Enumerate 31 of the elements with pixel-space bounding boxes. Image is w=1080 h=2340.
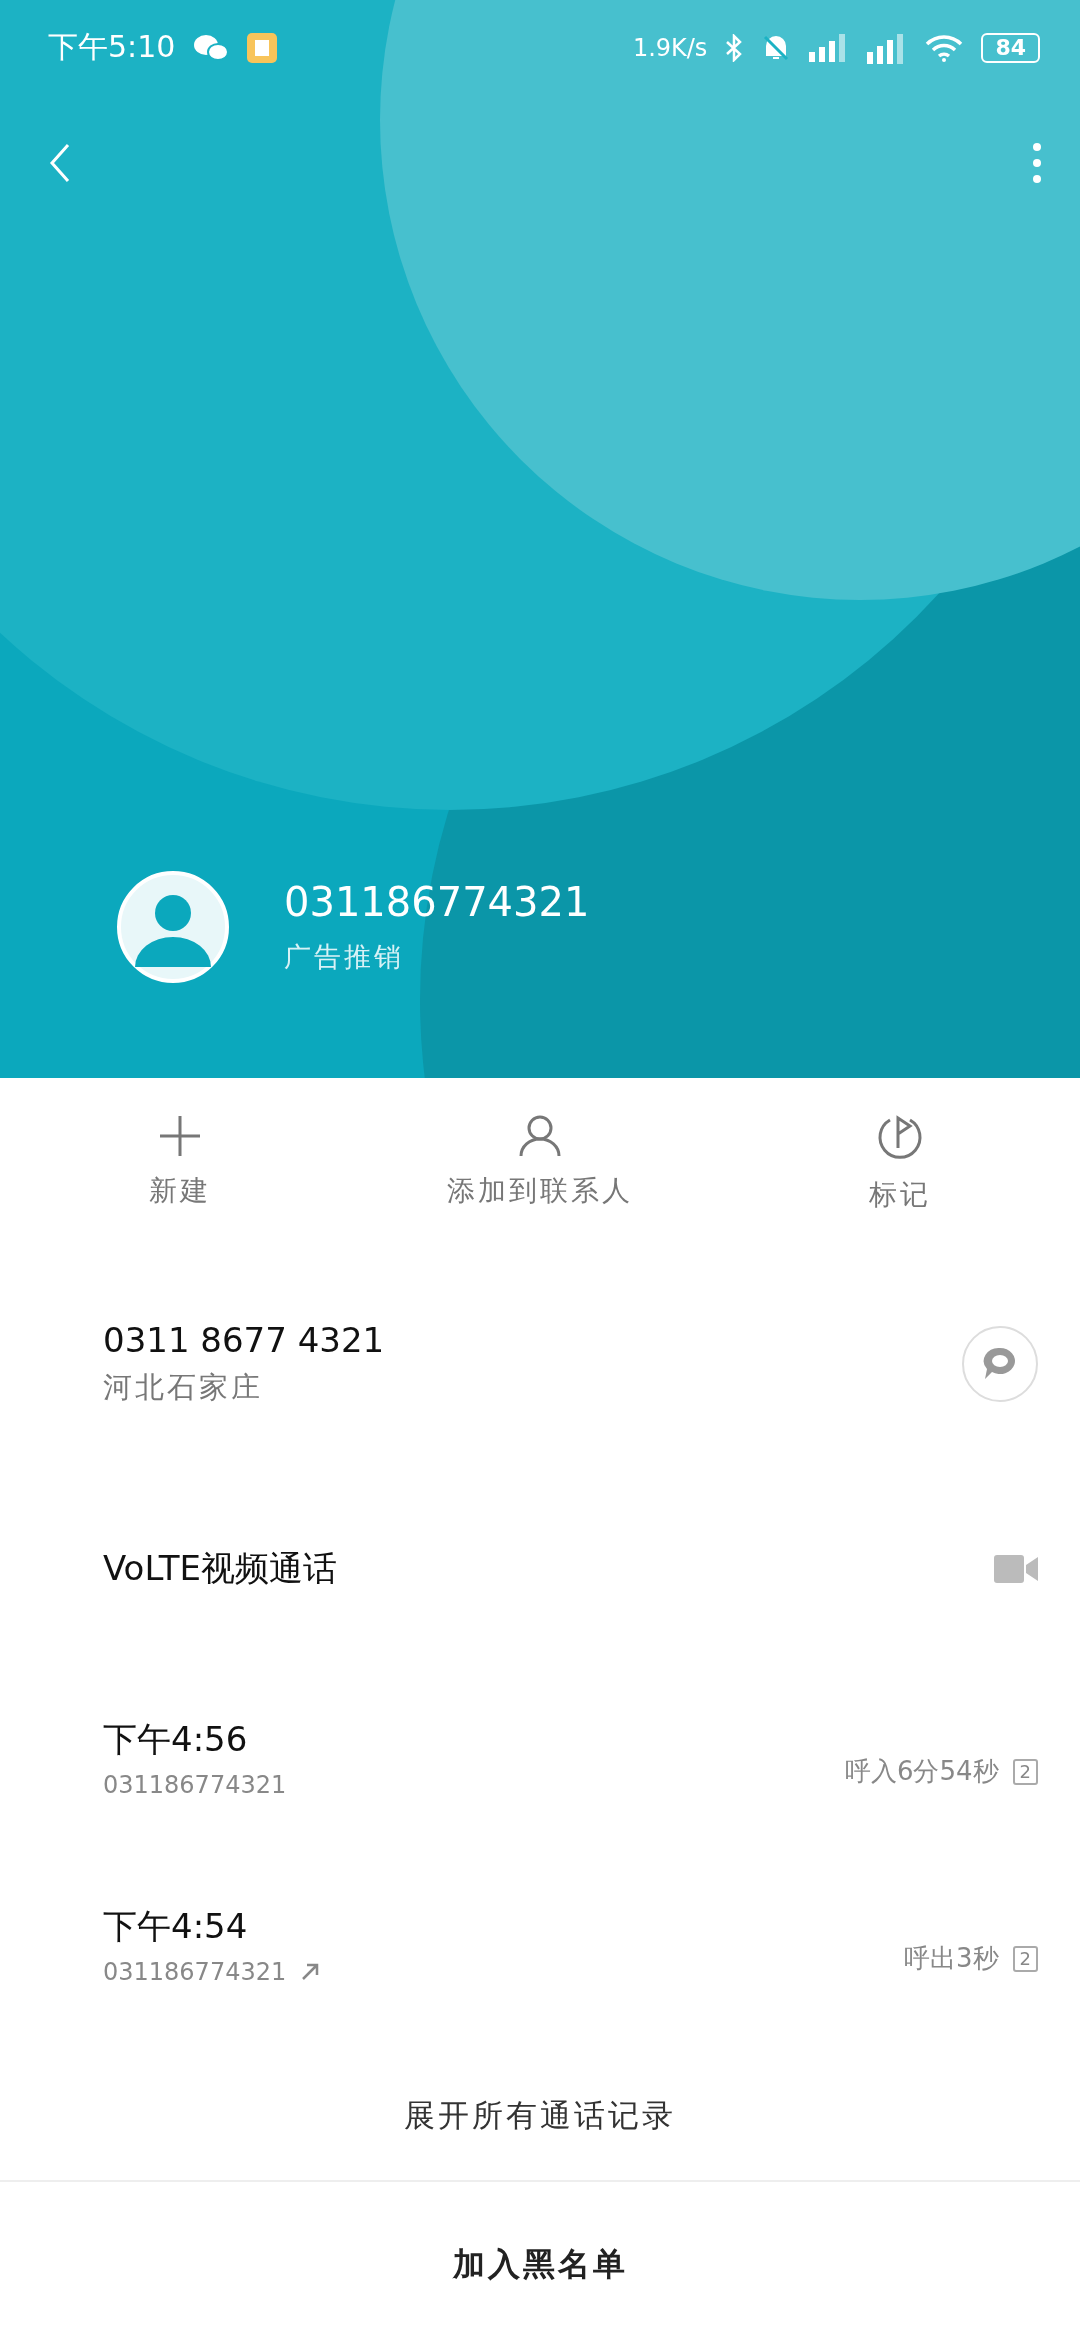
person-icon [518, 1114, 562, 1158]
status-time: 下午5:10 [48, 28, 176, 66]
add-action[interactable]: 新建 [0, 1114, 360, 1214]
call-record[interactable]: 下午4:54 031186774321 呼出3秒 2 [0, 1851, 1080, 2038]
caller-number: 031186774321 [284, 879, 590, 925]
call-number: 031186774321 [103, 1957, 287, 1986]
blacklist-button[interactable]: 加入黑名单 [446, 2242, 634, 2288]
video-call-label[interactable]: VoLTE视频通话 [103, 1546, 994, 1592]
flag-icon [876, 1114, 924, 1162]
call-number: 031186774321 [103, 1770, 287, 1799]
wifi-icon [925, 33, 964, 62]
number-location: 河北石家庄 [103, 1369, 264, 1406]
battery-level: 84 [981, 32, 1040, 63]
contact-action[interactable]: 添加到联系人 [360, 1114, 720, 1214]
sim-badge: 2 [1012, 1945, 1038, 1972]
call-time: 下午4:54 [103, 1904, 249, 1948]
plus-icon [158, 1114, 202, 1158]
caller-tag: 广告推销 [284, 939, 590, 975]
book-icon [247, 32, 278, 63]
sim-badge: 2 [1012, 1758, 1038, 1785]
phone-number: 0311 8677 4321 [103, 1320, 386, 1360]
video-camera-icon[interactable] [994, 1555, 1038, 1583]
call-time: 下午4:56 [103, 1717, 249, 1761]
call-duration: 呼入6分54秒 [844, 1755, 999, 1788]
mark-action[interactable]: 标记 [720, 1114, 1080, 1214]
network-speed: 1.9K/s [632, 33, 708, 62]
bluetooth-icon [725, 33, 744, 62]
expand-records-button[interactable]: 展开所有通话记录 [398, 2094, 682, 2138]
call-duration: 呼出3秒 [904, 1942, 999, 1975]
avatar-icon [117, 871, 229, 983]
call-record[interactable]: 下午4:56 031186774321 呼入6分54秒 2 [0, 1664, 1080, 1851]
